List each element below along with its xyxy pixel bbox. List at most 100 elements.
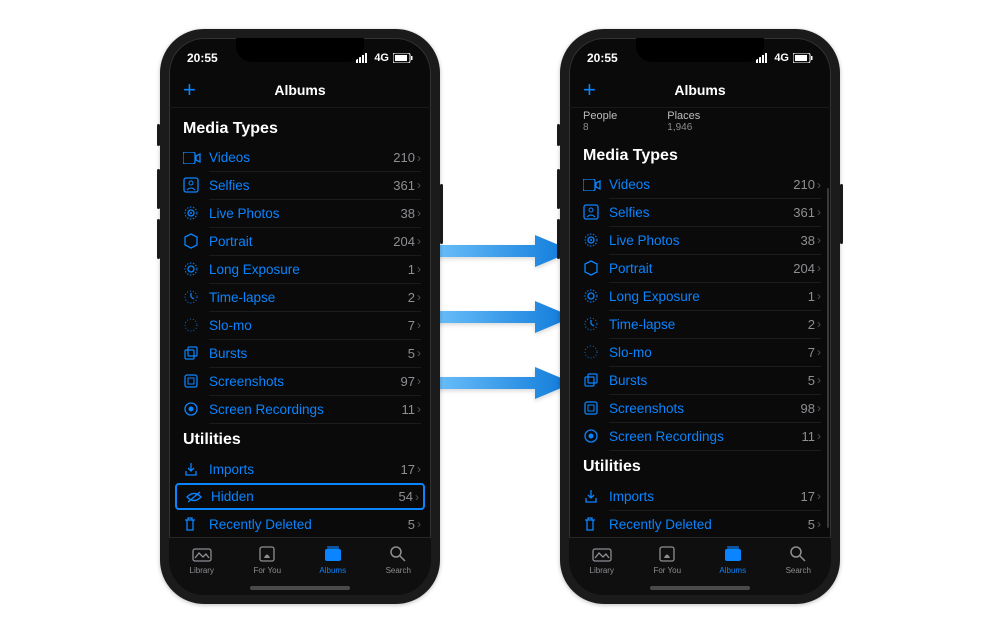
row-recently-deleted[interactable]: Recently Deleted 5 › [569,510,831,537]
row-slomo[interactable]: Slo-mo 7 › [169,311,431,339]
mini-count: 1,946 [667,122,700,133]
phone-left: 20:55 4G + Albums Media Types Videos 210 [160,29,440,604]
tab-bar: Library For You Albums Search [569,537,831,595]
chevron-right-icon: › [817,289,821,303]
tab-albums[interactable]: Albums [700,544,766,575]
row-bursts[interactable]: Bursts 5 › [569,366,831,394]
row-imports[interactable]: Imports 17 › [569,482,831,510]
chevron-right-icon: › [417,374,421,388]
content-scroll[interactable]: People 8 Places 1,946 Media Types Videos… [569,108,831,537]
row-recently-deleted[interactable]: Recently Deleted 5 › [169,510,431,537]
row-screenshots[interactable]: Screenshots 98 › [569,394,831,422]
arrow-icon [425,363,575,403]
tab-search[interactable]: Search [766,544,832,575]
tab-search[interactable]: Search [366,544,432,575]
row-live-photos[interactable]: Live Photos 38 › [169,199,431,227]
chevron-right-icon: › [417,517,421,531]
trash-icon [583,516,609,532]
tab-label: Library [190,566,214,575]
status-time: 20:55 [587,51,618,65]
row-count: 5 [808,517,815,532]
screenshots-icon [183,373,209,389]
tab-for-you[interactable]: For You [235,544,301,575]
chevron-right-icon: › [817,317,821,331]
tab-library[interactable]: Library [569,544,635,575]
chevron-right-icon: › [817,345,821,359]
row-count: 7 [408,318,415,333]
row-portrait[interactable]: Portrait 204 › [569,254,831,282]
mini-label: People [583,110,617,122]
timelapse-icon [183,289,209,305]
row-count: 7 [808,345,815,360]
content-scroll[interactable]: Media Types Videos 210 › Selfies 361 › L… [169,108,431,537]
row-count: 210 [793,177,815,192]
row-selfies[interactable]: Selfies 361 › [169,171,431,199]
row-imports[interactable]: Imports 17 › [169,455,431,483]
row-slomo[interactable]: Slo-mo 7 › [569,338,831,366]
for-you-icon [658,544,676,564]
screen-recordings-icon [583,428,609,444]
tab-for-you[interactable]: For You [635,544,701,575]
status-time: 20:55 [187,51,218,65]
row-count: 98 [801,401,815,416]
portrait-icon [583,260,609,276]
row-label: Screenshots [209,374,401,389]
imports-icon [583,488,609,504]
row-videos[interactable]: Videos 210 › [169,144,431,171]
home-indicator[interactable] [250,586,350,590]
row-label: Slo-mo [609,345,808,360]
battery-icon [793,53,813,63]
library-icon [592,544,612,564]
row-bursts[interactable]: Bursts 5 › [169,339,431,367]
section-media-types: Media Types [569,139,831,171]
row-label: Screen Recordings [209,402,402,417]
row-count: 204 [793,261,815,276]
chevron-right-icon: › [817,373,821,387]
chevron-right-icon: › [817,178,821,192]
row-long-exposure[interactable]: Long Exposure 1 › [569,282,831,310]
live-photos-icon [583,232,609,248]
row-live-photos[interactable]: Live Photos 38 › [569,226,831,254]
chevron-right-icon: › [415,490,419,504]
long-exposure-icon [183,261,209,277]
row-label: Live Photos [209,206,401,221]
row-timelapse[interactable]: Time-lapse 2 › [569,310,831,338]
mini-label: Places [667,110,700,122]
row-portrait[interactable]: Portrait 204 › [169,227,431,255]
phone-power-button [440,184,443,244]
row-hidden-highlighted[interactable]: Hidden 54 › [175,483,425,510]
row-screen-recordings[interactable]: Screen Recordings 11 › [569,422,831,450]
chevron-right-icon: › [817,205,821,219]
row-selfies[interactable]: Selfies 361 › [569,198,831,226]
row-long-exposure[interactable]: Long Exposure 1 › [169,255,431,283]
row-label: Imports [609,489,801,504]
mini-album-places[interactable]: Places 1,946 [667,110,700,133]
row-videos[interactable]: Videos 210 › [569,171,831,198]
tab-albums[interactable]: Albums [300,544,366,575]
row-count: 17 [801,489,815,504]
row-count: 54 [399,489,413,504]
tab-label: Library [590,566,614,575]
row-label: Screenshots [609,401,801,416]
chevron-right-icon: › [417,206,421,220]
imports-icon [183,461,209,477]
trash-icon [183,516,209,532]
row-timelapse[interactable]: Time-lapse 2 › [169,283,431,311]
tab-label: Search [786,566,811,575]
tab-library[interactable]: Library [169,544,235,575]
home-indicator[interactable] [650,586,750,590]
network-label: 4G [774,52,789,64]
add-button[interactable]: + [183,77,196,103]
row-screen-recordings[interactable]: Screen Recordings 11 › [169,395,431,423]
row-screenshots[interactable]: Screenshots 97 › [169,367,431,395]
mini-album-people[interactable]: People 8 [583,110,617,133]
screen-recordings-icon [183,401,209,417]
chevron-right-icon: › [417,402,421,416]
chevron-right-icon: › [817,429,821,443]
screenshots-icon [583,400,609,416]
chevron-right-icon: › [817,261,821,275]
chevron-right-icon: › [817,401,821,415]
hidden-icon [185,490,211,504]
row-count: 17 [401,462,415,477]
add-button[interactable]: + [583,77,596,103]
